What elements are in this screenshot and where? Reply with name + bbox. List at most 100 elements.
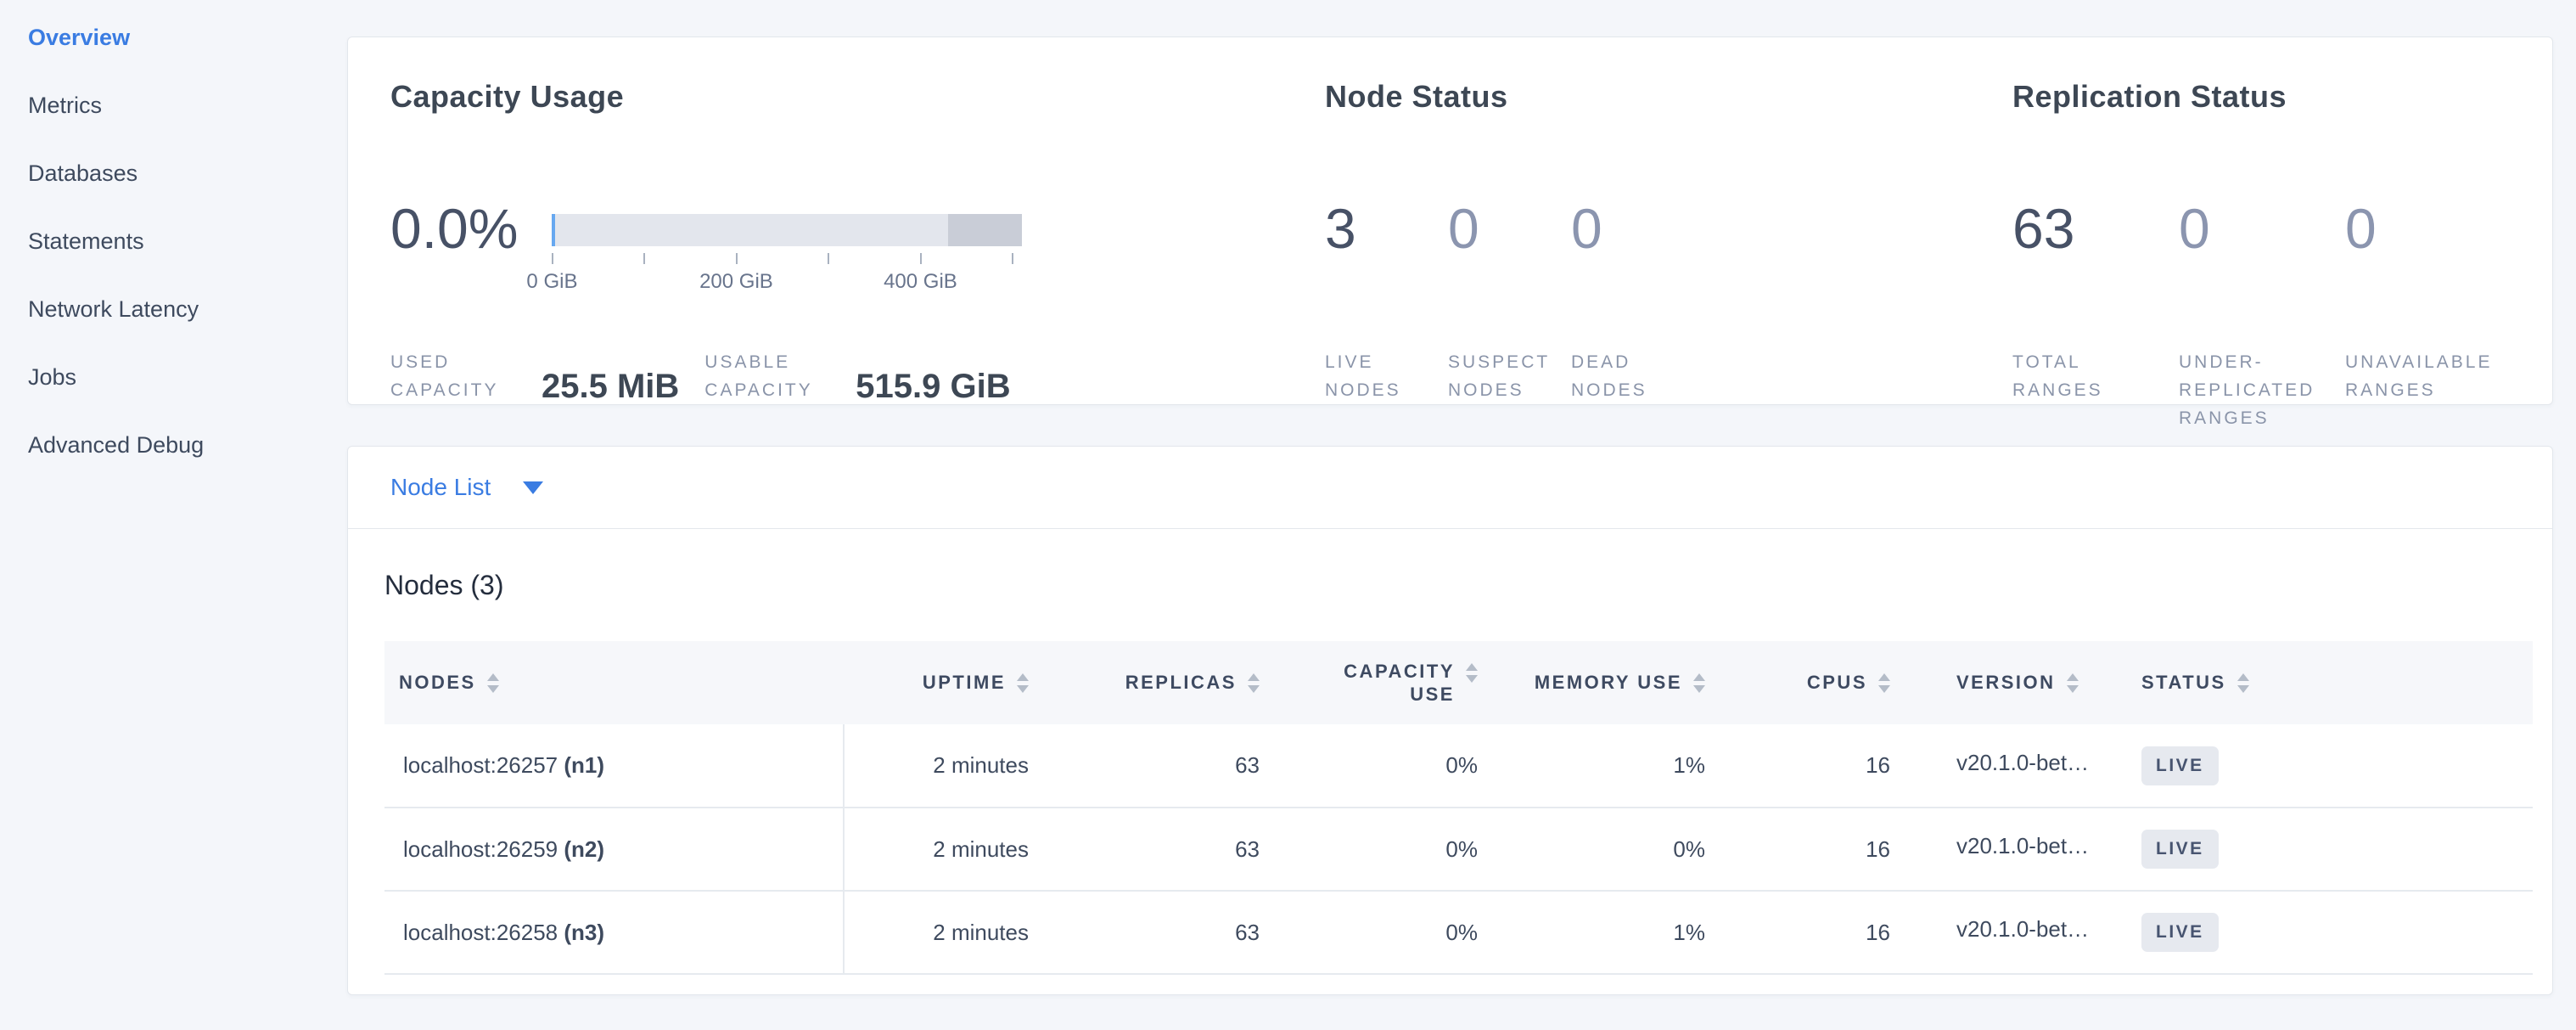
uptime-cell: 2 minutes (844, 808, 1058, 891)
node-list-dropdown[interactable]: Node List (348, 447, 2552, 529)
table-row-node-3[interactable]: localhost:26258 (n3) 2 minutes 63 0% 1% … (384, 891, 2533, 974)
total-ranges-count: 63 (2012, 200, 2179, 348)
capacity-usage-title: Capacity Usage (390, 78, 1325, 115)
capacity-used-percent: 0.0% (390, 200, 518, 256)
cpus-cell: 16 (1741, 891, 1926, 974)
sort-icon (1693, 673, 1705, 693)
memory-use-cell: 1% (1507, 891, 1741, 974)
node-address-cell: localhost:26259 (n2) (384, 808, 844, 891)
version-cell: v20.1.0-bet… (1926, 891, 2106, 974)
capacity-gauge-bar (552, 214, 1022, 246)
replicas-cell: 63 (1058, 724, 1282, 808)
column-header-status[interactable]: STATUS (2106, 641, 2533, 724)
under-replicated-ranges-label: UNDER-REPLICATED RANGES (2179, 348, 2345, 432)
version-cell: v20.1.0-bet… (1926, 724, 2106, 808)
version-cell: v20.1.0-bet… (1926, 808, 2106, 891)
unavailable-ranges-count: 0 (2345, 200, 2511, 348)
status-badge: LIVE (2141, 830, 2219, 869)
axis-label-200gib: 200 GiB (699, 270, 773, 294)
under-replicated-ranges-count: 0 (2179, 200, 2345, 348)
replication-status-title: Replication Status (2012, 78, 2552, 115)
capacity-use-cell: 0% (1282, 891, 1507, 974)
column-header-nodes[interactable]: NODES (384, 641, 844, 724)
status-badge: LIVE (2141, 746, 2219, 785)
nodes-panel: Nodes (3) NODES UPTIME (348, 529, 2552, 994)
live-nodes-stat: 3 LIVE NODES (1325, 200, 1448, 404)
under-replicated-ranges-stat: 0 UNDER-REPLICATED RANGES (2179, 200, 2345, 432)
replication-status-section: Replication Status 63 TOTAL RANGES 0 UND… (2012, 78, 2552, 404)
uptime-cell: 2 minutes (844, 891, 1058, 974)
nodes-table: NODES UPTIME REPLICAS CAPACITY USE (384, 641, 2533, 975)
nodes-panel-title: Nodes (3) (384, 568, 2533, 602)
sidebar-item-databases[interactable]: Databases (28, 161, 347, 186)
live-nodes-label: LIVE NODES (1325, 348, 1448, 404)
node-list-dropdown-label: Node List (390, 474, 491, 501)
column-header-uptime[interactable]: UPTIME (844, 641, 1058, 724)
cpus-cell: 16 (1741, 724, 1926, 808)
sidebar-item-network-latency[interactable]: Network Latency (28, 297, 347, 322)
memory-use-cell: 1% (1507, 724, 1741, 808)
used-capacity-stat: USED CAPACITY 25.5 MiB (390, 348, 679, 404)
unavailable-ranges-label: UNAVAILABLE RANGES (2345, 348, 2511, 404)
usable-capacity-value: 515.9 GiB (856, 369, 1010, 404)
node-address-cell: localhost:26257 (n1) (384, 724, 844, 808)
usable-capacity-stat: USABLE CAPACITY 515.9 GiB (704, 348, 1010, 404)
sort-icon (2237, 673, 2249, 693)
suspect-nodes-label: SUSPECT NODES (1448, 348, 1571, 404)
replicas-cell: 63 (1058, 808, 1282, 891)
capacity-axis-labels: 0 GiB 200 GiB 400 GiB (552, 270, 1022, 295)
status-cell: LIVE (2106, 808, 2533, 891)
column-header-replicas[interactable]: REPLICAS (1058, 641, 1282, 724)
live-nodes-count: 3 (1325, 200, 1448, 348)
column-header-memory-use[interactable]: MEMORY USE (1507, 641, 1741, 724)
chevron-down-icon (523, 481, 543, 494)
used-capacity-label: USED CAPACITY (390, 348, 519, 404)
node-list-card: Node List Nodes (3) NODES (347, 446, 2553, 995)
node-status-title: Node Status (1325, 78, 2012, 115)
capacity-gauge: 0 GiB 200 GiB 400 GiB (552, 214, 1022, 295)
node-status-section: Node Status 3 LIVE NODES 0 SUSPECT NODES… (1325, 78, 2012, 404)
table-row-node-2[interactable]: localhost:26259 (n2) 2 minutes 63 0% 0% … (384, 808, 2533, 891)
status-cell: LIVE (2106, 891, 2533, 974)
sidebar-item-jobs[interactable]: Jobs (28, 365, 347, 390)
column-header-cpus[interactable]: CPUS (1741, 641, 1926, 724)
capacity-usage-section: Capacity Usage 0.0% 0 GiB (390, 78, 1325, 404)
total-ranges-stat: 63 TOTAL RANGES (2012, 200, 2179, 432)
suspect-nodes-count: 0 (1448, 200, 1571, 348)
dead-nodes-label: DEAD NODES (1571, 348, 1694, 404)
table-row-node-1[interactable]: localhost:26257 (n1) 2 minutes 63 0% 1% … (384, 724, 2533, 808)
cluster-overview-card: Capacity Usage 0.0% 0 GiB (347, 37, 2553, 405)
sidebar-item-statements[interactable]: Statements (28, 229, 347, 254)
replicas-cell: 63 (1058, 891, 1282, 974)
sidebar-item-overview[interactable]: Overview (28, 25, 347, 50)
sort-icon (1878, 673, 1890, 693)
used-capacity-value: 25.5 MiB (542, 369, 679, 404)
status-cell: LIVE (2106, 724, 2533, 808)
dead-nodes-count: 0 (1571, 200, 1694, 348)
unavailable-ranges-stat: 0 UNAVAILABLE RANGES (2345, 200, 2511, 432)
usable-capacity-label: USABLE CAPACITY (704, 348, 833, 404)
sort-icon (487, 673, 499, 693)
main-content: Capacity Usage 0.0% 0 GiB (347, 0, 2576, 995)
node-address-cell: localhost:26258 (n3) (384, 891, 844, 974)
sidebar-item-advanced-debug[interactable]: Advanced Debug (28, 433, 347, 458)
axis-label-0gib: 0 GiB (526, 270, 577, 294)
status-badge: LIVE (2141, 913, 2219, 952)
page: Overview Metrics Databases Statements Ne… (0, 0, 2576, 995)
total-ranges-label: TOTAL RANGES (2012, 348, 2179, 404)
axis-label-400gib: 400 GiB (884, 270, 957, 294)
sidebar-item-metrics[interactable]: Metrics (28, 93, 347, 118)
sort-icon (1248, 673, 1260, 693)
capacity-use-cell: 0% (1282, 808, 1507, 891)
column-header-capacity-use[interactable]: CAPACITY USE (1282, 641, 1507, 724)
cpus-cell: 16 (1741, 808, 1926, 891)
sidebar: Overview Metrics Databases Statements Ne… (0, 0, 347, 995)
memory-use-cell: 0% (1507, 808, 1741, 891)
capacity-axis-ticks (552, 253, 1022, 266)
capacity-use-cell: 0% (1282, 724, 1507, 808)
suspect-nodes-stat: 0 SUSPECT NODES (1448, 200, 1571, 404)
table-header-row: NODES UPTIME REPLICAS CAPACITY USE (384, 641, 2533, 724)
sort-icon (1017, 673, 1029, 693)
column-header-version[interactable]: VERSION (1926, 641, 2106, 724)
sort-icon (1466, 663, 1478, 683)
